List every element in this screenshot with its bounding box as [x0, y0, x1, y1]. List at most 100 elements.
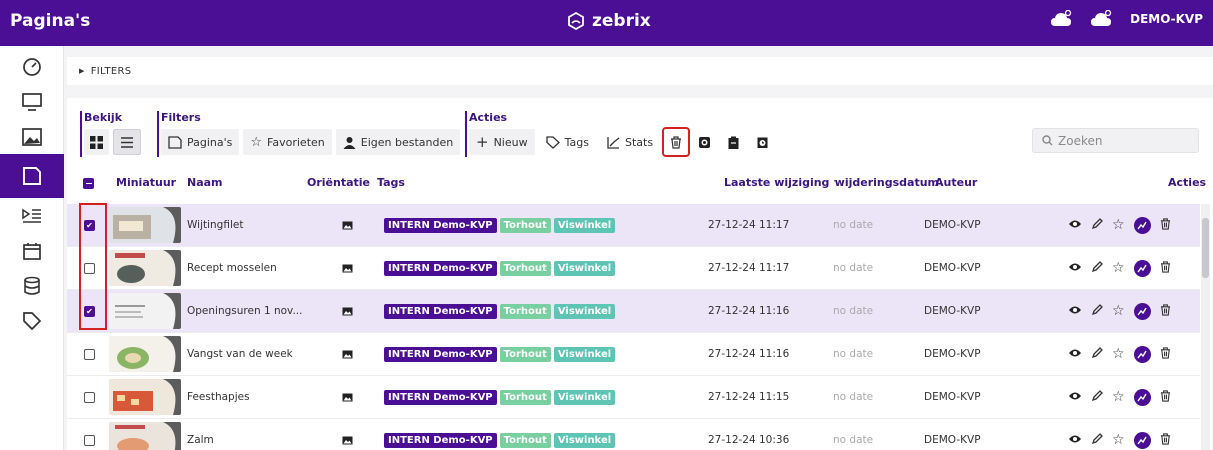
table-row[interactable]: Vangst van de week INTERN Demo-KVP Torho… — [67, 333, 1200, 376]
sidebar-item-dashboard[interactable] — [0, 49, 64, 84]
column-thumbnail[interactable]: Miniatuur — [116, 176, 176, 189]
thumbnail-image[interactable] — [109, 379, 181, 415]
sidebar-item-tags[interactable] — [0, 303, 64, 338]
capture-button[interactable] — [692, 129, 717, 155]
table-row[interactable]: Feesthapjes INTERN Demo-KVP Torhout Visw… — [67, 376, 1200, 419]
stats-icon[interactable] — [1133, 431, 1151, 449]
trash-icon[interactable] — [1160, 217, 1171, 233]
tag-badge[interactable]: Viswinkel — [553, 217, 616, 233]
tag-badge[interactable]: INTERN Demo-KVP — [384, 346, 497, 362]
column-orientation[interactable]: Oriëntatie — [307, 176, 370, 189]
sidebar-item-playlists[interactable] — [0, 198, 64, 233]
pencil-icon[interactable] — [1091, 217, 1103, 233]
tag-badge[interactable]: Torhout — [499, 260, 551, 276]
tag-badge[interactable]: INTERN Demo-KVP — [384, 217, 497, 233]
pencil-icon[interactable] — [1091, 346, 1103, 362]
trash-icon[interactable] — [1160, 432, 1171, 448]
pencil-icon[interactable] — [1091, 260, 1103, 276]
thumbnail-image[interactable] — [109, 293, 181, 329]
tag-badge[interactable]: INTERN Demo-KVP — [384, 260, 497, 276]
pencil-icon[interactable] — [1091, 303, 1103, 319]
column-auto-delete[interactable]: Auto. verwijderingsdatum — [834, 176, 939, 189]
table-row[interactable]: ✔ Openingsuren 1 nov... INTERN Demo-KVP … — [67, 290, 1200, 333]
star-icon[interactable]: ☆ — [1112, 346, 1125, 362]
brand-logo[interactable]: zebrix — [566, 11, 651, 31]
row-checkbox[interactable] — [84, 391, 95, 403]
row-checkbox[interactable]: ✔ — [84, 219, 95, 231]
sidebar-item-media[interactable] — [0, 119, 64, 154]
stats-icon[interactable] — [1133, 388, 1151, 406]
thumbnail-image[interactable] — [109, 422, 181, 450]
filters-toggle[interactable]: ▶ FILTERS — [67, 57, 1213, 85]
sidebar-item-screens[interactable] — [0, 84, 64, 119]
column-tags[interactable]: Tags — [377, 176, 405, 189]
page-name[interactable]: Wijtingfilet — [187, 204, 243, 246]
table-row[interactable]: ✔ Wijtingfilet INTERN Demo-KVP Torhout V… — [67, 204, 1200, 247]
page-name[interactable]: Feesthapjes — [187, 376, 250, 418]
new-button[interactable]: + Nieuw — [469, 129, 535, 155]
tag-badge[interactable]: INTERN Demo-KVP — [384, 389, 497, 405]
thumbnail-image[interactable] — [109, 250, 181, 286]
row-checkbox[interactable] — [84, 348, 95, 360]
page-name[interactable]: Recept mosselen — [187, 247, 277, 289]
stats-button[interactable]: Stats — [600, 129, 660, 155]
sidebar-item-pages[interactable] — [0, 154, 64, 198]
tag-badge[interactable]: Viswinkel — [553, 432, 616, 448]
star-icon[interactable]: ☆ — [1112, 260, 1125, 276]
tag-badge[interactable]: Torhout — [499, 389, 551, 405]
list-view-button[interactable] — [113, 129, 141, 155]
filter-own-files-button[interactable]: Eigen bestanden — [335, 129, 461, 155]
trash-icon[interactable] — [1160, 260, 1171, 276]
grid-view-button[interactable] — [84, 129, 109, 155]
stats-icon[interactable] — [1133, 345, 1151, 363]
stats-icon[interactable] — [1133, 216, 1151, 234]
trash-icon[interactable] — [1160, 346, 1171, 362]
row-checkbox[interactable]: ✔ — [84, 305, 95, 317]
pencil-icon[interactable] — [1091, 432, 1103, 448]
column-last-modified[interactable]: Laatste wijziging — [724, 176, 829, 189]
tag-badge[interactable]: Viswinkel — [553, 346, 616, 362]
star-icon[interactable]: ☆ — [1112, 217, 1125, 233]
page-name[interactable]: Vangst van de week — [187, 333, 293, 375]
delete-selected-button[interactable] — [662, 127, 691, 157]
tag-badge[interactable]: Viswinkel — [553, 303, 616, 319]
column-author[interactable]: Auteur — [935, 176, 977, 189]
tag-badge[interactable]: Torhout — [499, 217, 551, 233]
eye-icon[interactable] — [1068, 219, 1082, 232]
filter-favorites-button[interactable]: ☆ Favorieten — [243, 129, 332, 155]
eye-icon[interactable] — [1068, 262, 1082, 275]
search-input[interactable] — [1058, 133, 1188, 148]
filter-pages-button[interactable]: Pagina's — [161, 129, 240, 155]
star-icon[interactable]: ☆ — [1112, 389, 1125, 405]
eye-icon[interactable] — [1068, 391, 1082, 404]
tag-badge[interactable]: INTERN Demo-KVP — [384, 303, 497, 319]
table-row[interactable]: Recept mosselen INTERN Demo-KVP Torhout … — [67, 247, 1200, 290]
column-name[interactable]: Naam — [187, 176, 223, 189]
tag-badge[interactable]: Viswinkel — [553, 389, 616, 405]
star-icon[interactable]: ☆ — [1112, 303, 1125, 319]
tag-badge[interactable]: Torhout — [499, 432, 551, 448]
pencil-icon[interactable] — [1091, 389, 1103, 405]
cloud-sync-icon[interactable] — [1090, 9, 1112, 28]
tag-badge[interactable]: Viswinkel — [553, 260, 616, 276]
thumbnail-image[interactable] — [109, 207, 181, 243]
eye-icon[interactable] — [1068, 434, 1082, 447]
clipboard-button[interactable] — [721, 129, 746, 155]
page-name[interactable]: Zalm — [187, 419, 214, 450]
cloud-upload-icon[interactable] — [1050, 9, 1072, 28]
table-scrollbar[interactable] — [1201, 204, 1210, 450]
stats-icon[interactable] — [1133, 302, 1151, 320]
tag-badge[interactable]: Torhout — [499, 303, 551, 319]
user-menu[interactable]: DEMO-KVP — [1130, 12, 1203, 26]
sidebar-item-calendar[interactable] — [0, 233, 64, 268]
sidebar-item-data[interactable] — [0, 268, 64, 303]
table-row[interactable]: Zalm INTERN Demo-KVP Torhout Viswinkel 2… — [67, 419, 1200, 450]
scrollbar-thumb[interactable] — [1202, 218, 1209, 278]
tag-badge[interactable]: INTERN Demo-KVP — [384, 432, 497, 448]
row-checkbox[interactable] — [84, 262, 95, 274]
eye-icon[interactable] — [1068, 305, 1082, 318]
trash-icon[interactable] — [1160, 303, 1171, 319]
page-name[interactable]: Openingsuren 1 nov... — [187, 290, 302, 332]
eye-icon[interactable] — [1068, 348, 1082, 361]
alarm-button[interactable] — [750, 129, 775, 155]
